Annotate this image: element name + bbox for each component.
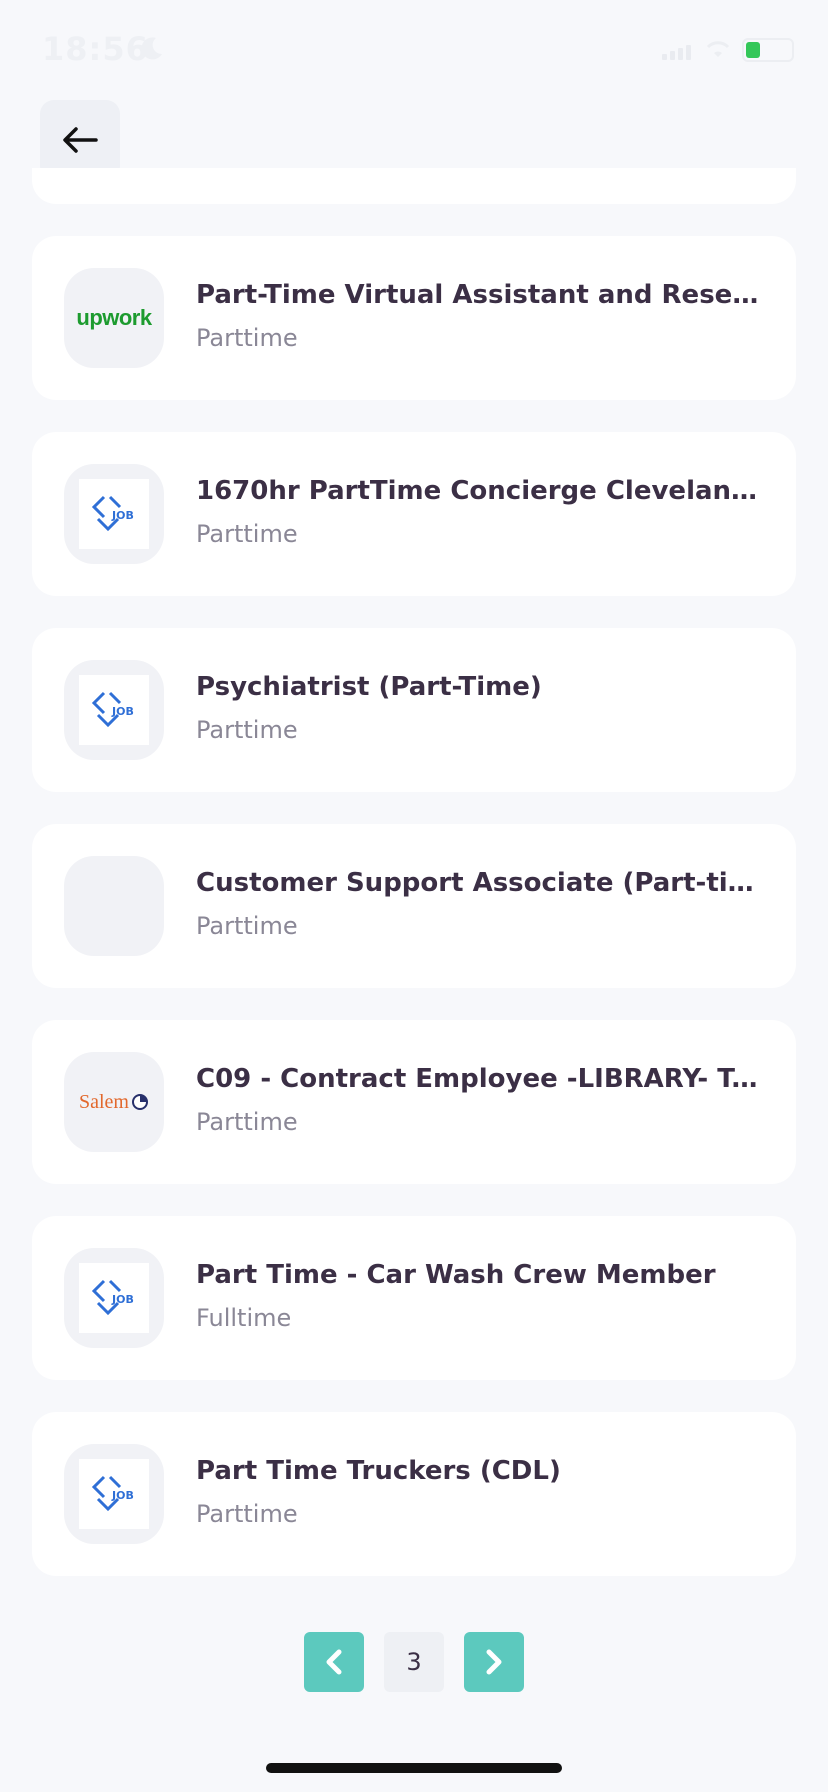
job-type: Fulltime: [196, 1304, 292, 1332]
job-title: 1670hr PartTime Concierge Cleveland OH: [196, 476, 766, 506]
upwork-logo: upwork: [76, 305, 152, 330]
svg-text:JOB: JOB: [111, 705, 134, 718]
company-logo: JOB: [64, 1248, 164, 1348]
company-logo: upwork: [64, 268, 164, 368]
job-card[interactable]: upwork Part-Time Virtual Assistant and R…: [32, 236, 796, 400]
job-card[interactable]: JOB Psychiatrist (Part-Time) Parttime: [32, 628, 796, 792]
svg-text:JOB: JOB: [111, 1293, 134, 1306]
pagination: 3: [304, 1632, 524, 1692]
job-title: Part Time - Car Wash Crew Member: [196, 1260, 716, 1290]
status-bar: 18:56: [0, 0, 828, 100]
status-icons: [662, 38, 794, 62]
status-time: 18:56: [42, 30, 149, 68]
job-title: Customer Support Associate (Part-time)..…: [196, 868, 766, 898]
company-logo: JOB: [64, 660, 164, 760]
job-title: Part Time Truckers (CDL): [196, 1456, 561, 1486]
battery-icon: [742, 38, 794, 62]
wifi-icon: [706, 41, 730, 57]
job-card[interactable]: Salem C09 - Contract Employee -LIBRARY- …: [32, 1020, 796, 1184]
job-type: Parttime: [196, 912, 298, 940]
job-title: C09 - Contract Employee -LIBRARY- Tem...: [196, 1064, 766, 1094]
job-title: Part-Time Virtual Assistant and Research…: [196, 280, 766, 310]
job-logo-icon: JOB: [91, 1475, 134, 1512]
job-logo-icon: JOB: [91, 495, 134, 532]
job-type: Parttime: [196, 1108, 298, 1136]
job-card[interactable]: JOB Part Time - Car Wash Crew Member Ful…: [32, 1216, 796, 1380]
job-list: upwork Part-Time Virtual Assistant and R…: [32, 236, 796, 1608]
company-logo-placeholder: [64, 856, 164, 956]
company-logo: JOB: [64, 1444, 164, 1544]
job-logo-icon: JOB: [91, 1279, 134, 1316]
arrow-left-icon: [63, 127, 98, 153]
current-page: 3: [384, 1632, 444, 1692]
previous-page-button[interactable]: [304, 1632, 364, 1692]
job-type: Parttime: [196, 324, 298, 352]
salem-logo: Salem: [79, 1091, 149, 1114]
job-card[interactable]: JOB 1670hr PartTime Concierge Cleveland …: [32, 432, 796, 596]
company-logo: Salem: [64, 1052, 164, 1152]
job-logo-icon: JOB: [91, 691, 134, 728]
svg-text:JOB: JOB: [111, 509, 134, 522]
job-title: Psychiatrist (Part-Time): [196, 672, 542, 702]
signal-icon: [662, 41, 694, 60]
home-indicator: [266, 1763, 562, 1773]
next-page-button[interactable]: [464, 1632, 524, 1692]
job-card-partial[interactable]: [32, 168, 796, 204]
job-type: Parttime: [196, 716, 298, 744]
job-card[interactable]: Customer Support Associate (Part-time)..…: [32, 824, 796, 988]
company-logo: JOB: [64, 464, 164, 564]
chevron-right-icon: [486, 1649, 502, 1675]
job-type: Parttime: [196, 1500, 298, 1528]
moon-icon: [141, 37, 162, 60]
chevron-left-icon: [326, 1649, 342, 1675]
job-card[interactable]: JOB Part Time Truckers (CDL) Parttime: [32, 1412, 796, 1576]
job-type: Parttime: [196, 520, 298, 548]
svg-text:JOB: JOB: [111, 1489, 134, 1502]
